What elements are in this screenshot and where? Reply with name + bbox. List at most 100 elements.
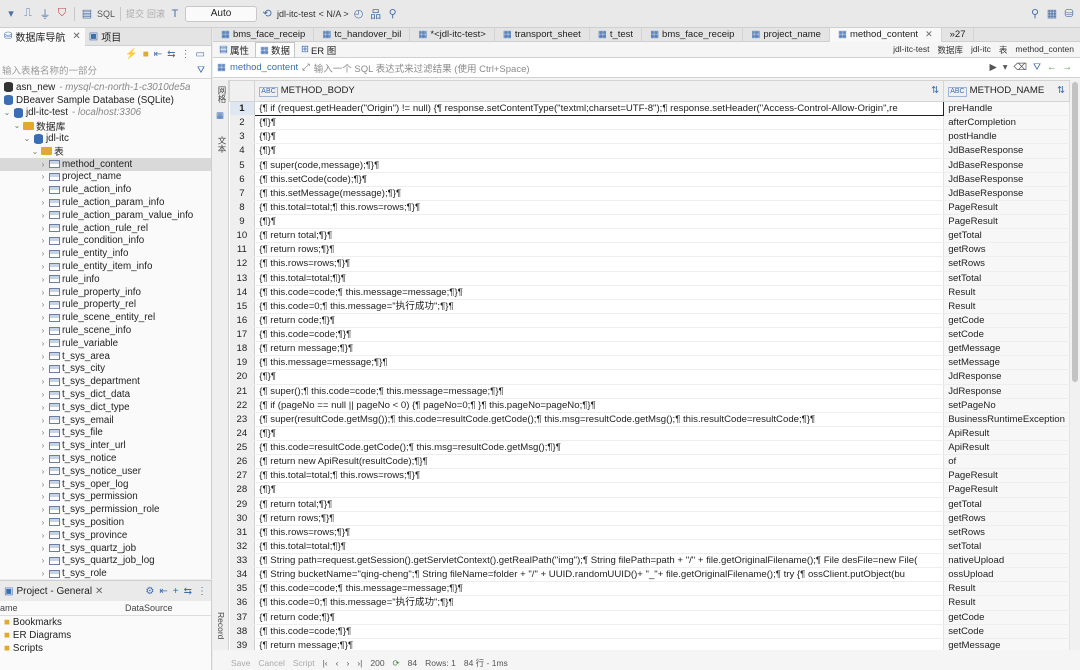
cell-method-body[interactable]: {¶ this.code=code;¶}¶ (254, 327, 945, 343)
chevron-right-icon[interactable]: › (38, 441, 48, 450)
table-row[interactable]: 13 {¶ this.total=total;¶}¶ setTotal (229, 271, 1070, 286)
row-number[interactable]: 3 (229, 129, 256, 145)
chevron-right-icon[interactable]: › (38, 352, 48, 361)
tree-table-item[interactable]: › t_sys_quartz_job_log (0, 554, 211, 567)
tree-table-item[interactable]: › rule_condition_info (0, 235, 211, 248)
refresh-icon[interactable]: ⟳ (393, 658, 400, 669)
chevron-right-icon[interactable]: › (38, 249, 48, 258)
cell-method-name[interactable]: setRows (943, 256, 1070, 272)
table-filter-input[interactable]: 输入表格名称的一部分 ⛛ (0, 62, 211, 79)
cell-method-body[interactable]: {¶ this.total=total;¶}¶ (254, 539, 945, 555)
cell-method-body[interactable]: {¶ this.setMessage(message);¶}¶ (254, 186, 945, 201)
chevron-right-icon[interactable]: › (38, 531, 48, 540)
editor-tab[interactable]: ▦ t_test (590, 27, 643, 42)
tree-table-item[interactable]: › t_sys_notice (0, 452, 211, 465)
arrow-down-icon[interactable]: ▾ (4, 7, 18, 21)
row-number[interactable]: 27 (229, 468, 256, 484)
perspective-icon[interactable]: ▦ (1045, 7, 1059, 21)
cell-method-name[interactable]: PageResult (943, 468, 1070, 484)
record-view-toggle[interactable]: Record (216, 612, 226, 639)
table-row[interactable]: 7 {¶ this.setMessage(message);¶}¶ JdBaseRe… (229, 186, 1070, 201)
tab-data[interactable]: ▦ 数据 (255, 42, 295, 57)
tree-table-item[interactable]: › rule_action_rule_rel (0, 222, 211, 235)
forward-icon[interactable]: → (1063, 62, 1073, 73)
tree-table-item[interactable]: › t_sys_permission (0, 491, 211, 504)
cell-method-body[interactable]: {¶ return message;¶}¶ (254, 638, 945, 650)
cell-method-body[interactable]: {¶ return rows;¶}¶ (254, 242, 945, 258)
menu-icon[interactable]: ⋮ (197, 586, 207, 597)
tree-table-item[interactable]: › rule_variable (0, 337, 211, 350)
cell-method-body[interactable]: {¶}¶ (254, 129, 945, 145)
cell-method-name[interactable]: JdBaseResponse (943, 143, 1070, 159)
table-row[interactable]: 19 {¶ this.message=message;¶}¶ setMessage (229, 355, 1070, 371)
chevron-right-icon[interactable]: › (38, 236, 48, 245)
table-row[interactable]: 33 {¶ String path=request.getSession().ge… (229, 553, 1070, 569)
tree-table-item[interactable]: › t_sys_area (0, 350, 211, 363)
tree-table-item[interactable]: › rule_entity_item_info (0, 260, 211, 273)
cell-method-name[interactable]: JdBaseResponse (943, 158, 1070, 173)
table-row[interactable]: 36 {¶ this.code=0;¶ this.message="执行成功";¶… (229, 595, 1070, 611)
table-row[interactable]: 31 {¶ this.rows=rows;¶}¶ setRows (229, 525, 1070, 540)
tree-table-item[interactable]: › rule_action_param_info (0, 196, 211, 209)
table-row[interactable]: 17 {¶ this.code=code;¶}¶ setCode (229, 327, 1070, 343)
table-row[interactable]: 25 {¶ this.code=resultCode.getCode();¶ th… (229, 440, 1070, 456)
chevron-right-icon[interactable]: › (38, 339, 48, 348)
row-number[interactable]: 38 (229, 624, 256, 639)
cell-method-body[interactable]: {¶ return message;¶}¶ (254, 341, 945, 357)
table-row[interactable]: 20 {¶}¶ JdResponse (229, 369, 1070, 385)
clear-filter-icon[interactable]: ⌫ (1014, 62, 1027, 73)
cell-method-name[interactable]: Result (943, 595, 1070, 611)
table-row[interactable]: 3 {¶}¶ postHandle (229, 129, 1070, 145)
table-row[interactable]: 24 {¶}¶ ApiResult (229, 426, 1070, 442)
tree-table-item[interactable]: › t_sys_province (0, 529, 211, 542)
cell-method-name[interactable]: getMessage (943, 341, 1070, 357)
chevron-right-icon[interactable]: › (38, 300, 48, 309)
search-icon[interactable]: ⚲ (386, 7, 400, 21)
row-number[interactable]: 32 (229, 539, 256, 555)
row-number[interactable]: 23 (229, 412, 256, 427)
row-number[interactable]: 1 (229, 101, 256, 117)
table-row[interactable]: 32 {¶ this.total=total;¶}¶ setTotal (229, 539, 1070, 555)
row-number[interactable]: 28 (229, 482, 256, 498)
save-button[interactable]: Save (231, 658, 250, 668)
table-row[interactable]: 18 {¶ return message;¶}¶ getMessage (229, 341, 1070, 357)
tree-table-item[interactable]: › t_sys_role (0, 567, 211, 580)
table-row[interactable]: 27 {¶ this.total=total;¶ this.rows=rows;¶… (229, 468, 1070, 484)
chevron-right-icon[interactable]: › (38, 492, 48, 501)
cell-method-body[interactable]: {¶}¶ (254, 426, 945, 442)
table-row[interactable]: 28 {¶}¶ PageResult (229, 482, 1070, 498)
table-row[interactable]: 2 {¶}¶ afterCompletion (229, 115, 1070, 131)
row-number[interactable]: 5 (229, 158, 256, 173)
cell-method-name[interactable]: setRows (943, 525, 1070, 540)
cell-method-name[interactable]: Result (943, 581, 1070, 597)
chevron-right-icon[interactable]: › (38, 275, 48, 284)
filter-icon[interactable]: ⛛ (197, 65, 205, 76)
tree-table-item[interactable]: › rule_action_info (0, 183, 211, 196)
table-row[interactable]: 35 {¶ this.code=code;¶ this.message=messa… (229, 581, 1070, 597)
prev-page-icon[interactable]: ‹ (336, 658, 339, 668)
tree-table-item[interactable]: › t_sys_dict_data (0, 388, 211, 401)
row-number[interactable]: 4 (229, 143, 256, 159)
row-number[interactable]: 26 (229, 454, 256, 470)
table-row[interactable]: 15 {¶ this.code=0;¶ this.message="执行成功";¶… (229, 299, 1070, 314)
close-icon[interactable]: ✕ (925, 29, 933, 40)
table-row[interactable]: 34 {¶ String bucketName="qing-cheng";¶ St… (229, 567, 1070, 583)
shield-icon[interactable]: ⛉ (55, 7, 69, 21)
editor-tab[interactable]: ▦ bms_face_receip (213, 27, 315, 42)
cell-method-name[interactable]: setPageNo (943, 398, 1070, 413)
table-row[interactable]: 14 {¶ this.code=code;¶ this.message=messa… (229, 285, 1070, 300)
tree-connection[interactable]: DBeaver Sample Database (SQLite) (0, 94, 211, 107)
cell-method-name[interactable]: setCode (943, 624, 1070, 639)
tree-table-item[interactable]: › t_sys_inter_url (0, 439, 211, 452)
row-number[interactable]: 29 (229, 497, 256, 512)
tree-table-item[interactable]: › t_sys_email (0, 414, 211, 427)
active-schema[interactable]: < N/A > (319, 9, 349, 19)
filter-icon[interactable]: ⛛ (1033, 62, 1041, 73)
tab-projects[interactable]: ▣ 项目 (85, 28, 125, 46)
tree-table-item[interactable]: › t_sys_permission_role (0, 503, 211, 516)
row-number[interactable]: 15 (229, 299, 256, 314)
vertical-scrollbar[interactable] (1070, 80, 1080, 650)
editor-tab[interactable]: ▦ method_content ✕ (829, 27, 942, 42)
commit-button[interactable]: 提交 (126, 7, 144, 20)
sort-filter-icon[interactable]: ⇅ (931, 85, 939, 96)
